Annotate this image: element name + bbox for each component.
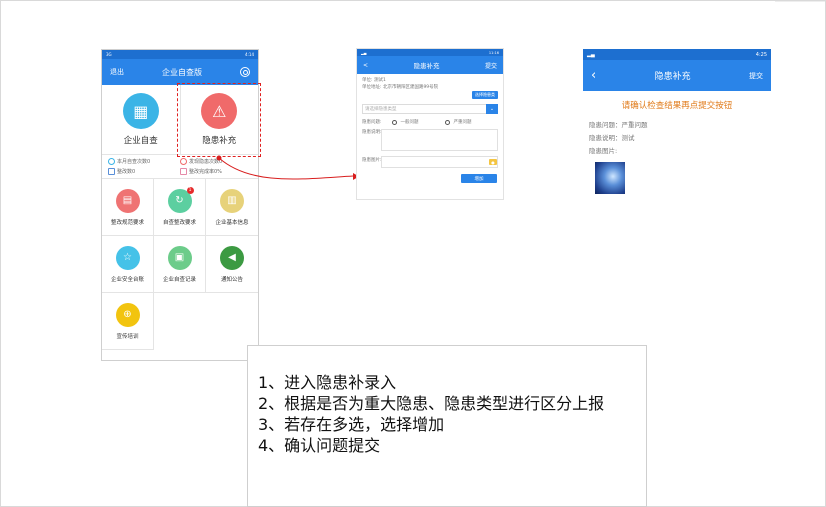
logout-button[interactable]: 退出 (110, 67, 124, 77)
stat-text: 整改完成率0% (189, 169, 222, 176)
megaphone-icon: ◀ (220, 245, 244, 270)
submit-button[interactable]: 提交 (749, 71, 763, 81)
phone-confirm-screen: ▂▄ 4:25 ‹ 隐患补充 提交 请确认检查结果再点提交按钮 隐患问题：严重问… (583, 49, 771, 209)
radio-normal-label: 一般问题 (400, 120, 419, 125)
search-icon (108, 157, 115, 165)
unit-line: 单位: 测试1 (362, 78, 386, 83)
warning-icon (180, 157, 187, 165)
image-box (381, 156, 498, 168)
app-header: < 隐患补充 提交 (357, 56, 503, 74)
radio-serious-label: 严重问题 (453, 120, 472, 125)
desc-label: 隐患说明: (362, 130, 382, 135)
grid-label: 企业安全台账 (110, 276, 144, 283)
grid-item-safety-ledger[interactable]: ☆ 企业安全台账 (102, 236, 154, 293)
grid-item-training[interactable]: ⊕ 宣传培训 (102, 293, 154, 350)
grid-label: 整改规范要求 (110, 219, 144, 226)
slide-canvas: 3G 4:14 退出 企业自查版 ▦ 企业自查 ⚠ 隐患补充 本月自查次数0 发… (0, 0, 826, 507)
corner-mark (775, 1, 825, 9)
stats-panel: 本月自查次数0 发现隐患次数0 整改数0 整改完成率0% (102, 155, 258, 179)
status-signal-icon: ▂▄ (587, 51, 595, 58)
problem-row: 隐患问题：严重问题 (589, 121, 648, 129)
image-label: 隐患图片: (589, 147, 618, 155)
phone-hazard-form: ▂▄ 11:16 < 隐患补充 提交 单位: 测试1 单位地址: 北京市朝阳区建… (356, 48, 504, 200)
stat-text: 本月自查次数0 (117, 158, 151, 165)
radio-serious[interactable] (444, 119, 450, 125)
submit-button[interactable]: 提交 (485, 61, 497, 70)
stat-item: 发现隐患次数0 (180, 157, 252, 166)
stat-text: 发现隐患次数0 (189, 158, 223, 165)
record-icon: ▣ (167, 245, 192, 270)
radio-normal[interactable] (391, 119, 397, 125)
grid-item-company-info[interactable]: ▥ 企业基本信息 (206, 179, 258, 236)
grid-item-rectify-spec[interactable]: ▤ 整改规范要求 (102, 179, 154, 236)
add-button[interactable]: 增加 (461, 174, 497, 183)
note-step-4: 4、确认问题提交 (258, 436, 381, 455)
building-icon: ▦ (122, 93, 159, 129)
self-inspect-tile[interactable]: ▦ 企业自查 (102, 85, 181, 154)
grid-label: 宣传培训 (116, 333, 139, 340)
grid-label: 企业基本信息 (215, 219, 249, 226)
notification-badge: 1 (186, 186, 194, 194)
status-time: 11:16 (488, 50, 499, 55)
stat-text: 整改数0 (117, 169, 136, 176)
shield-icon: ☆ (115, 245, 140, 270)
hero-label: 企业自查 (123, 136, 158, 146)
image-label: 隐患图片: (362, 158, 382, 163)
note-step-3: 3、若存在多选，选择增加 (258, 415, 445, 434)
desc-row: 隐患说明：测试 (589, 134, 635, 142)
stat-item: 本月自查次数0 (108, 157, 180, 166)
status-time: 4:14 (245, 52, 254, 57)
status-bar: ▂▄ 4:25 (583, 49, 771, 60)
hazard-type-select[interactable]: 请选择隐患类型 ⌄ (362, 104, 498, 114)
status-bar: ▂▄ 11:16 (357, 49, 503, 56)
app-title: 隐患补充 (413, 62, 440, 70)
app-header: ‹ 隐患补充 提交 (583, 60, 771, 91)
note-step-2: 2、根据是否为重大隐患、隐患类型进行区分上报 (258, 394, 605, 413)
address-line: 单位地址: 北京市朝阳区建国路99号院 (362, 85, 439, 90)
hazard-photo[interactable] (595, 162, 625, 194)
select-placeholder: 请选择隐患类型 (365, 107, 397, 112)
chart-icon (180, 168, 187, 176)
grid-item-inspect-record[interactable]: ▣ 企业自查记录 (154, 236, 206, 293)
note-step-1: 1、进入隐患补录入 (258, 373, 397, 392)
document-icon (108, 168, 115, 176)
grid-label: 通知公告 (220, 276, 243, 283)
status-signal: 3G (106, 52, 112, 57)
grid-item-notice[interactable]: ◀ 通知公告 (206, 236, 258, 293)
grid-label: 自查整改要求 (162, 219, 196, 226)
desc-textarea[interactable] (381, 129, 498, 151)
status-signal-icon: ▂▄ (361, 50, 367, 55)
stat-item: 整改完成率0% (180, 168, 252, 177)
chevron-down-icon: ⌄ (486, 104, 498, 114)
confirm-notice: 请确认检查结果再点提交按钮 (621, 101, 733, 111)
grid-item-self-rectify[interactable]: ↻ 1 自查整改要求 (154, 179, 206, 236)
stat-item: 整改数0 (108, 168, 180, 177)
back-icon[interactable]: ‹ (591, 69, 596, 82)
feature-grid: ▤ 整改规范要求 ↻ 1 自查整改要求 ▥ 企业基本信息 ☆ 企业安全台账 ▣ 企… (102, 179, 258, 350)
status-time: 4:25 (755, 51, 767, 58)
grid-label: 企业自查记录 (162, 276, 196, 283)
document-icon: ▥ (220, 188, 244, 213)
problem-label: 隐患问题: (362, 120, 382, 125)
refresh-icon: ↻ 1 (167, 186, 194, 213)
globe-icon: ⊕ (115, 302, 140, 327)
problem-radio-row: 隐患问题: 一般问题 严重问题 (362, 119, 498, 125)
app-title: 企业自查版 (162, 67, 202, 77)
gear-icon[interactable] (240, 67, 250, 77)
app-header: 退出 企业自查版 (102, 59, 258, 85)
status-bar: 3G 4:14 (102, 50, 258, 59)
list-icon: ▤ (115, 188, 140, 213)
select-hazard-button[interactable]: 选择隐患类 (472, 91, 498, 99)
instruction-note: 1、进入隐患补录入 2、根据是否为重大隐患、隐患类型进行区分上报 3、若存在多选… (247, 345, 647, 507)
app-title: 隐患补充 (654, 72, 691, 82)
form-body: 单位: 测试1 单位地址: 北京市朝阳区建国路99号院 选择隐患类 请选择隐患类… (357, 74, 503, 199)
highlight-box (177, 83, 261, 157)
back-button[interactable]: < (363, 62, 368, 69)
camera-icon[interactable]: ● (489, 159, 497, 165)
